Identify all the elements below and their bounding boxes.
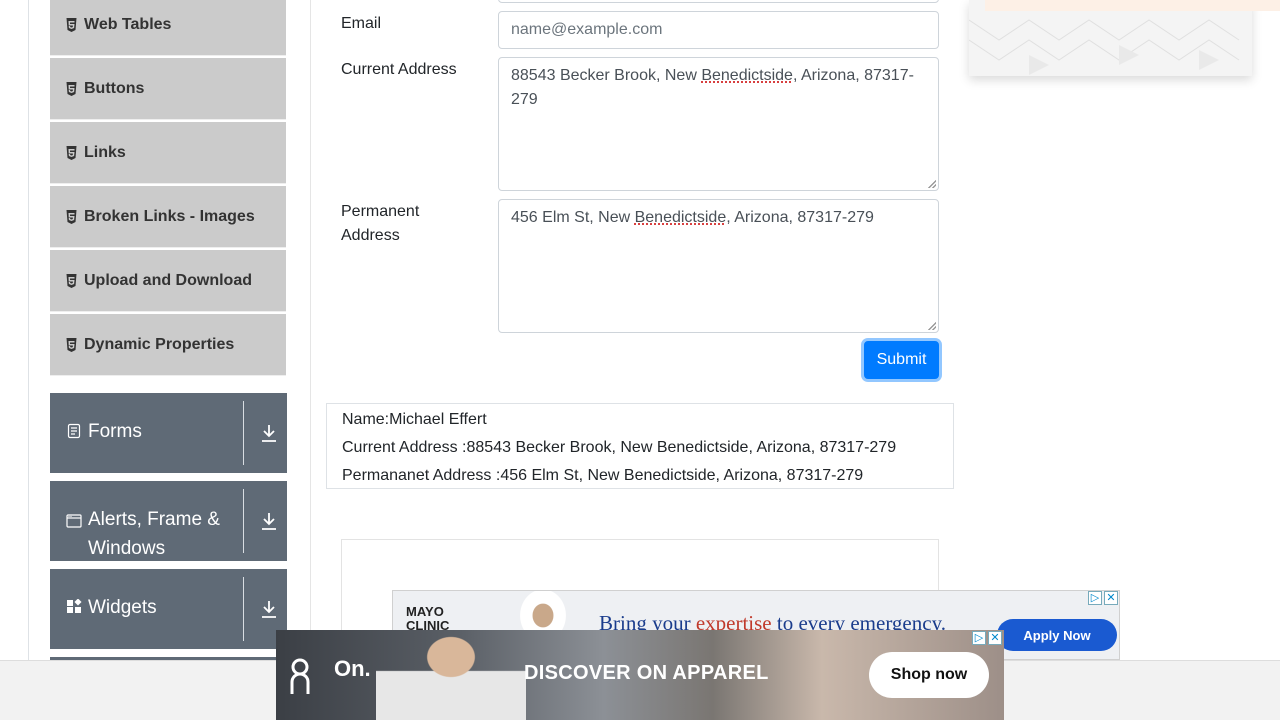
spellcheck-word: Benedictside (634, 209, 727, 226)
adchoices-icon[interactable]: ▷ (972, 631, 986, 645)
group-header-label: Widgets (88, 597, 157, 618)
sidebar-item-upload-download[interactable]: Upload and Download (50, 250, 286, 312)
sidebar-item-label: Web Tables (84, 15, 172, 33)
divider (243, 577, 244, 641)
sidebar-item-label: Dynamic Properties (84, 335, 235, 353)
sidebar-item-links[interactable]: Links (50, 122, 286, 184)
download-icon[interactable] (260, 599, 278, 619)
adchoices-icon[interactable]: ▷ (1088, 591, 1102, 605)
permanent-address-text: , Arizona, 87317-279 (726, 209, 874, 226)
sidebar-item-web-tables[interactable]: Web Tables (50, 0, 286, 56)
sidebar-item-label: Links (84, 143, 126, 161)
on-headline: DISCOVER ON APPAREL (524, 662, 769, 684)
resize-handle[interactable] (928, 180, 936, 188)
resize-handle[interactable] (928, 322, 936, 330)
divider (243, 401, 244, 465)
group-header-label: Alerts, Frame & Windows (88, 509, 220, 559)
output-permanent-address: Permananet Address :456 Elm St, New Bene… (342, 467, 864, 484)
group-header-label: Forms (88, 421, 142, 442)
download-icon[interactable] (260, 511, 278, 531)
content-divider (310, 0, 311, 720)
download-icon[interactable] (260, 423, 278, 443)
on-ad-banner[interactable]: On. DISCOVER ON APPAREL Shop now (276, 630, 1004, 720)
on-brand-text: On. (334, 656, 371, 681)
html5-icon (66, 273, 77, 288)
page: Web Tables Buttons Links Broken Links - … (0, 0, 1280, 720)
on-logo-icon (290, 658, 310, 694)
side-ad-card[interactable] (969, 0, 1252, 76)
submit-button[interactable]: Submit (864, 341, 939, 379)
output-name: Name:Michael Effert (342, 411, 487, 428)
html5-icon (66, 337, 77, 352)
html5-icon (66, 17, 77, 32)
widgets-icon (67, 599, 82, 613)
document-icon (67, 423, 81, 439)
email-label: Email (341, 15, 382, 32)
group-header-widgets[interactable]: Widgets (50, 569, 287, 649)
window-icon (66, 514, 82, 528)
sidebar-item-label: Broken Links - Images (84, 207, 255, 225)
pattern-graphic (969, 19, 1240, 75)
current-address-textarea[interactable]: 88543 Becker Brook, New Benedictside, Ar… (498, 57, 939, 191)
permanent-address-label: Permanent Address (341, 203, 420, 244)
sidebar-item-label: Buttons (84, 79, 145, 97)
html5-icon (66, 145, 77, 160)
output-current-address: Current Address :88543 Becker Brook, New… (342, 439, 897, 456)
group-header-forms[interactable]: Forms (50, 393, 287, 473)
html5-icon (66, 81, 77, 96)
divider (243, 489, 244, 553)
apply-now-button[interactable]: Apply Now (997, 619, 1117, 651)
close-ad-icon[interactable]: ✕ (1104, 591, 1118, 605)
sidebar-item-dynamic-properties[interactable]: Dynamic Properties (50, 314, 286, 376)
sidebar-item-buttons[interactable]: Buttons (50, 58, 286, 120)
left-border (28, 0, 29, 720)
permanent-address-textarea[interactable]: 456 Elm St, New Benedictside, Arizona, 8… (498, 199, 939, 333)
current-address-text: 88543 Becker Brook, New (511, 67, 702, 84)
full-name-field[interactable] (498, 0, 939, 3)
current-address-label: Current Address (341, 61, 457, 78)
banner-strip (985, 0, 1280, 11)
mayo-logo: MAYO CLINIC (406, 604, 450, 633)
sidebar-item-label: Upload and Download (84, 271, 252, 289)
output-panel: Name:Michael Effert Current Address :885… (326, 403, 954, 489)
model-image (376, 630, 526, 720)
spellcheck-word: Benedictside (701, 67, 793, 84)
email-field[interactable]: name@example.com (498, 11, 939, 49)
html5-icon (66, 209, 77, 224)
shop-now-button[interactable]: Shop now (869, 652, 989, 698)
sidebar-item-broken-links[interactable]: Broken Links - Images (50, 186, 286, 248)
permanent-address-text: 456 Elm St, New (511, 209, 635, 226)
group-header-alerts[interactable]: Alerts, Frame & Windows (50, 481, 287, 561)
close-ad-icon[interactable]: ✕ (988, 631, 1002, 645)
